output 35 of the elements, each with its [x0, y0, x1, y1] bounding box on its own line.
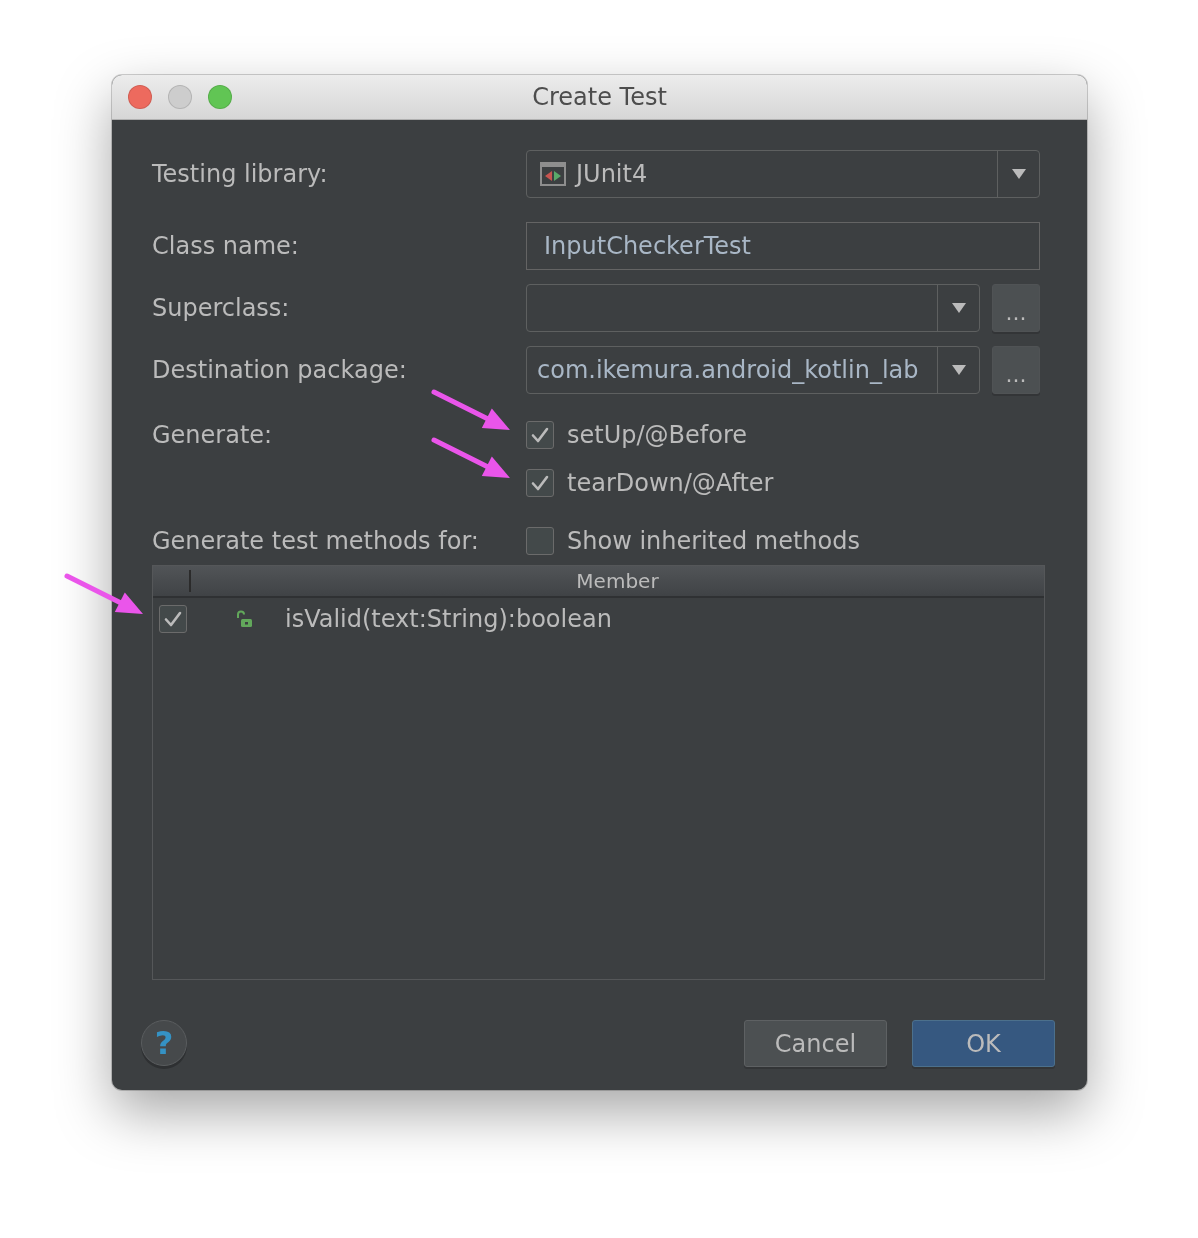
- field-label: Destination package:: [152, 356, 407, 384]
- class-name-field[interactable]: InputCheckerTest: [526, 222, 1040, 270]
- zoom-window-button[interactable]: [208, 85, 232, 109]
- checkmark-icon: [531, 427, 549, 443]
- field-label: Class name:: [152, 232, 299, 260]
- caret-icon: [1011, 169, 1026, 179]
- browse-button[interactable]: ...: [992, 346, 1040, 394]
- caret-icon: [951, 365, 966, 375]
- checkbox-label[interactable]: setUp/@Before: [567, 421, 748, 449]
- window-title: Create Test: [532, 83, 667, 111]
- field-label: Generate test methods for:: [152, 527, 479, 555]
- field-label: Testing library:: [152, 160, 328, 188]
- checkbox[interactable]: [526, 527, 554, 555]
- field-label: Superclass:: [152, 294, 290, 322]
- ok-button[interactable]: OK: [912, 1020, 1055, 1067]
- column-header[interactable]: Member: [191, 566, 1044, 596]
- caret-icon: [951, 303, 966, 313]
- superclass-dropdown[interactable]: [526, 284, 980, 332]
- cancel-button[interactable]: Cancel: [744, 1020, 887, 1067]
- browse-button[interactable]: ...: [992, 284, 1040, 332]
- package-dropdown[interactable]: com.ikemura.android_kotlin_lab: [526, 346, 980, 394]
- checkmark-icon: [531, 475, 549, 491]
- library-icon: [540, 162, 566, 186]
- checkbox[interactable]: [526, 421, 554, 449]
- field-label: Generate:: [152, 420, 273, 451]
- checkbox-label[interactable]: tearDown/@After: [567, 469, 774, 497]
- close-window-button[interactable]: [128, 85, 152, 109]
- method-name[interactable]: isValid(text:String):boolean: [285, 605, 612, 633]
- checkbox[interactable]: [526, 469, 554, 497]
- checkbox-label[interactable]: Show inherited methods: [567, 527, 860, 555]
- library-dropdown[interactable]: JUnit4: [526, 150, 1040, 198]
- checkbox[interactable]: [159, 605, 187, 633]
- checkmark-icon: [164, 611, 182, 627]
- open-padlock-icon: [235, 610, 253, 628]
- help-button[interactable]: ?: [141, 1020, 187, 1066]
